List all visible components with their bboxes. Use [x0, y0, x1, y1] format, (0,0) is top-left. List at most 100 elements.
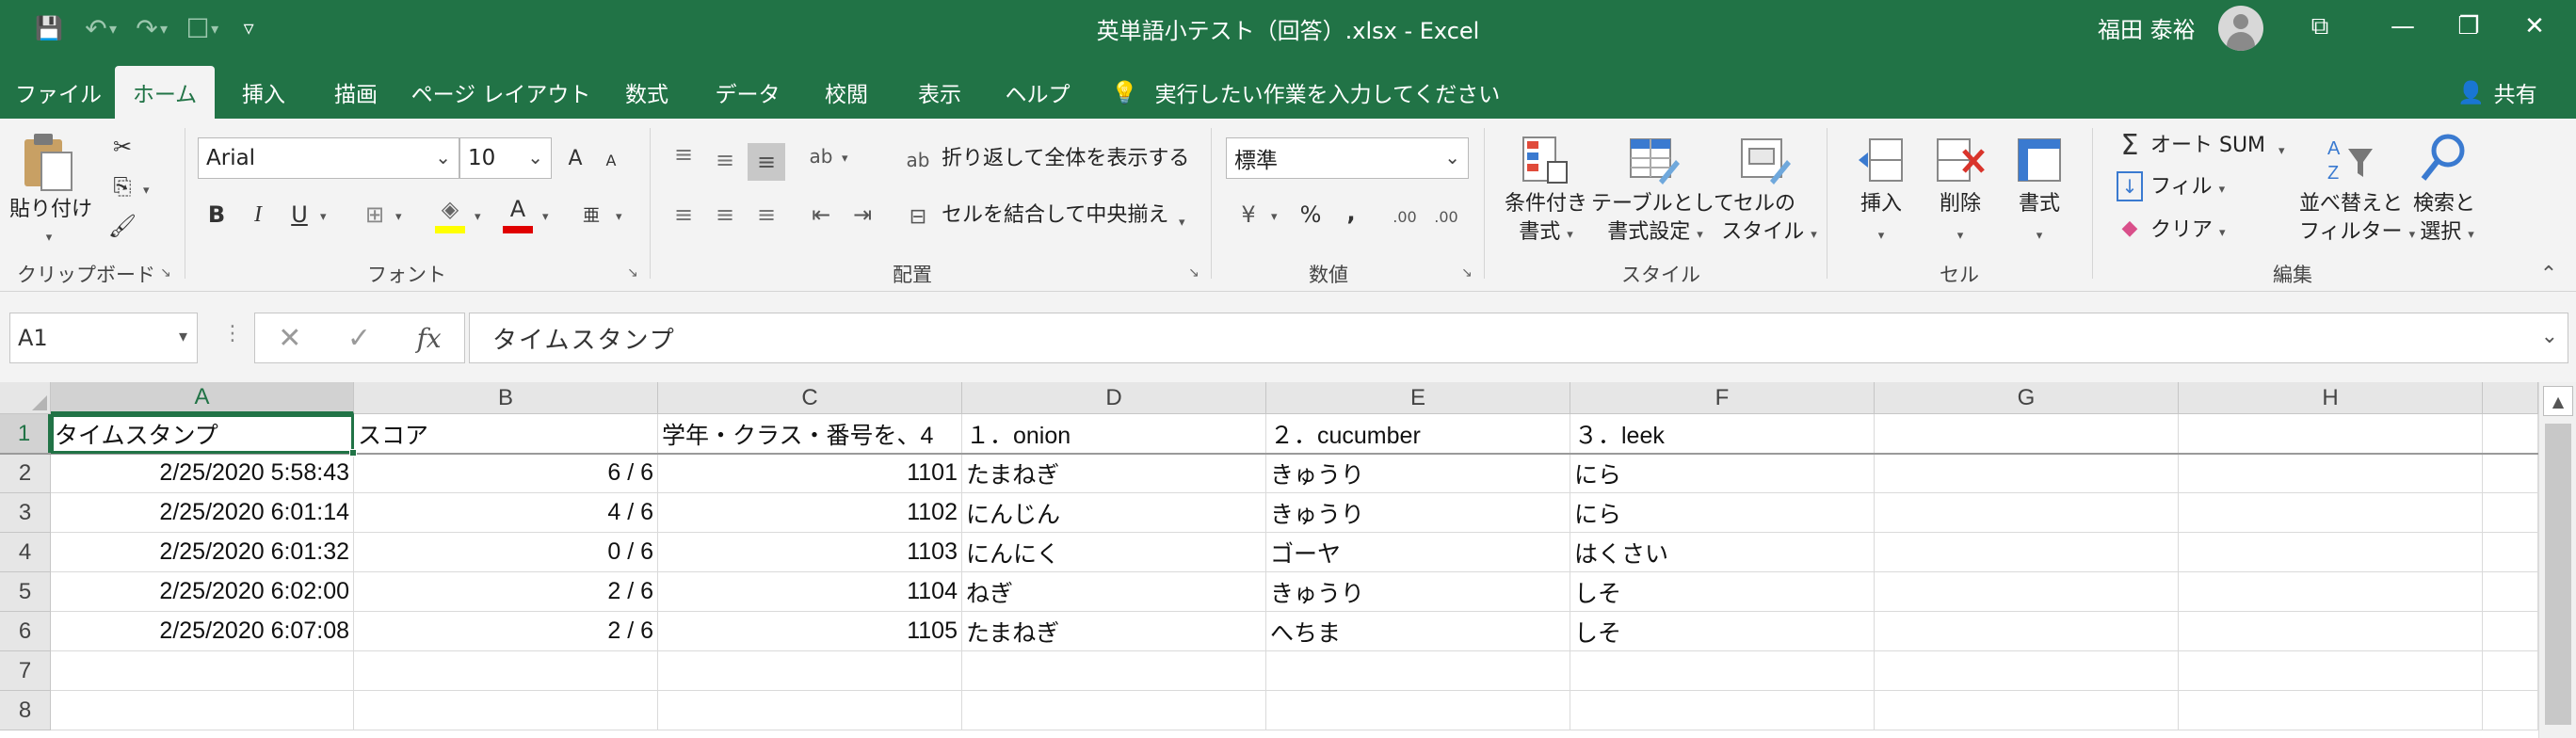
format-dropdown-icon[interactable]: ▾ [2005, 222, 2073, 250]
redo-dropdown-icon[interactable]: ▾ [160, 20, 168, 38]
cell-overflow-1[interactable] [2483, 414, 2538, 454]
fill-dropdown-icon[interactable]: ▾ [475, 203, 481, 232]
column-header-a[interactable]: A [51, 382, 354, 414]
autosum-dropdown-icon[interactable]: ▾ [2278, 137, 2285, 166]
cell-e8[interactable] [1266, 691, 1570, 730]
cell-e7[interactable] [1266, 651, 1570, 691]
column-header-f[interactable]: F [1570, 382, 1875, 414]
align-left-icon[interactable]: ≡ [665, 196, 702, 233]
cell-f6[interactable]: しそ [1570, 612, 1875, 651]
tab-formulas[interactable]: 数式 [603, 66, 691, 119]
cell-styles-icon[interactable] [1736, 132, 1793, 188]
format-cells-icon[interactable] [2013, 132, 2066, 188]
row-header-6[interactable]: 6 [0, 612, 51, 651]
row-header-5[interactable]: 5 [0, 572, 51, 612]
cell-c6[interactable]: 1105 [658, 612, 962, 651]
conditional-formatting-button[interactable]: 条件付き [1497, 190, 1595, 218]
cell-d4[interactable]: にんにく [962, 533, 1266, 572]
cell-d8[interactable] [962, 691, 1266, 730]
paste-label[interactable]: 貼り付け [9, 196, 92, 224]
save-icon[interactable]: 💾 [28, 9, 70, 47]
underline-button[interactable]: U [282, 194, 316, 235]
touch-dropdown-icon[interactable]: ▾ [211, 20, 218, 38]
cell-d7[interactable] [962, 651, 1266, 691]
cell-c4[interactable]: 1103 [658, 533, 962, 572]
copy-icon[interactable]: ⎘ [105, 169, 139, 203]
cell-f4[interactable]: はくさい [1570, 533, 1875, 572]
autosum-icon[interactable]: Σ [2115, 128, 2145, 162]
cell-b8[interactable] [354, 691, 658, 730]
undo-dropdown-icon[interactable]: ▾ [109, 20, 117, 38]
format-painter-icon[interactable]: 🖌 [105, 209, 139, 243]
cell-overflow-5[interactable] [2483, 572, 2538, 612]
orientation-icon[interactable]: ab [802, 137, 840, 175]
cell-f8[interactable] [1570, 691, 1875, 730]
cell-e6[interactable]: へちま [1266, 612, 1570, 651]
delete-dropdown-icon[interactable]: ▾ [1926, 222, 1994, 250]
font-size-select[interactable]: 10 ⌄ [459, 137, 552, 179]
cell-c2[interactable]: 1101 [658, 454, 962, 493]
tab-insert[interactable]: 挿入 [222, 66, 305, 119]
autosum-button[interactable]: オート SUM [2150, 132, 2265, 160]
cancel-icon[interactable]: ✕ [278, 322, 301, 355]
cell-d2[interactable]: たまねぎ [962, 454, 1266, 493]
customize-qat-icon[interactable]: ▿ [228, 9, 269, 47]
align-top-icon[interactable]: ≡ [665, 136, 702, 173]
row-header-8[interactable]: 8 [0, 691, 51, 730]
copy-dropdown-icon[interactable]: ▾ [143, 177, 150, 205]
formula-input[interactable]: タイムスタンプ ⌄ [469, 313, 2568, 363]
cell-h2[interactable] [2179, 454, 2483, 493]
alignment-launcher-icon[interactable]: ↘ [1188, 265, 1199, 281]
cell-a7[interactable] [51, 651, 354, 691]
border-icon[interactable]: ⊞ [356, 194, 394, 235]
font-color-icon[interactable]: A [499, 190, 537, 228]
delete-cells-icon[interactable] [1932, 132, 1988, 188]
eraser-icon[interactable]: ◆ [2117, 213, 2143, 243]
column-header-c[interactable]: C [658, 382, 962, 414]
cell-g3[interactable] [1875, 493, 2179, 533]
share-button[interactable]: 👤 共有 [2457, 72, 2537, 113]
cell-g8[interactable] [1875, 691, 2179, 730]
grow-font-icon[interactable]: A [559, 139, 591, 177]
cell-f1[interactable]: ３．leek [1570, 414, 1875, 454]
cell-d1[interactable]: １．onion [962, 414, 1266, 454]
cell-f5[interactable]: しそ [1570, 572, 1875, 612]
insert-function-icon[interactable]: fx [417, 323, 442, 354]
cell-overflow-6[interactable] [2483, 612, 2538, 651]
paste-icon[interactable] [17, 130, 77, 196]
cell-b6[interactable]: 2 / 6 [354, 612, 658, 651]
cell-d6[interactable]: たまねぎ [962, 612, 1266, 651]
wrap-text-button[interactable]: 折り返して全体を表示する [942, 145, 1189, 173]
cell-h6[interactable] [2179, 612, 2483, 651]
number-launcher-icon[interactable]: ↘ [1461, 265, 1473, 281]
row-header-2[interactable]: 2 [0, 454, 51, 493]
cell-overflow-4[interactable] [2483, 533, 2538, 572]
insert-dropdown-icon[interactable]: ▾ [1847, 222, 1915, 250]
cell-a3[interactable]: 2/25/2020 6:01:14 [51, 493, 354, 533]
cell-e1[interactable]: ２．cucumber [1266, 414, 1570, 454]
column-header-e[interactable]: E [1266, 382, 1570, 414]
cell-c7[interactable] [658, 651, 962, 691]
cell-overflow-2[interactable] [2483, 454, 2538, 493]
tab-review[interactable]: 校閲 [804, 66, 889, 119]
sort-filter-button-line2[interactable]: フィルター ▾ [2299, 218, 2415, 249]
enter-icon[interactable]: ✓ [347, 322, 371, 355]
merge-center-icon[interactable]: ⊟ [902, 198, 934, 235]
cell-b7[interactable] [354, 651, 658, 691]
currency-dropdown-icon[interactable]: ▾ [1271, 203, 1278, 232]
cell-b1[interactable]: スコア [354, 414, 658, 454]
comma-icon[interactable]: , [1337, 194, 1365, 232]
orientation-dropdown-icon[interactable]: ▾ [842, 145, 848, 173]
font-name-select[interactable]: Arial ⌄ [198, 137, 459, 179]
cell-d3[interactable]: にんじん [962, 493, 1266, 533]
row-header-1[interactable]: 1 [0, 414, 51, 454]
cell-f7[interactable] [1570, 651, 1875, 691]
cell-h8[interactable] [2179, 691, 2483, 730]
tab-draw[interactable]: 描画 [313, 66, 399, 119]
cell-d5[interactable]: ねぎ [962, 572, 1266, 612]
cell-a5[interactable]: 2/25/2020 6:02:00 [51, 572, 354, 612]
bold-button[interactable]: B [200, 194, 233, 235]
wrap-text-icon[interactable]: ab [902, 141, 934, 179]
phonetic-guide-icon[interactable]: 亜 [574, 196, 608, 233]
expand-formula-bar-icon[interactable]: ⌄ [2541, 325, 2560, 348]
